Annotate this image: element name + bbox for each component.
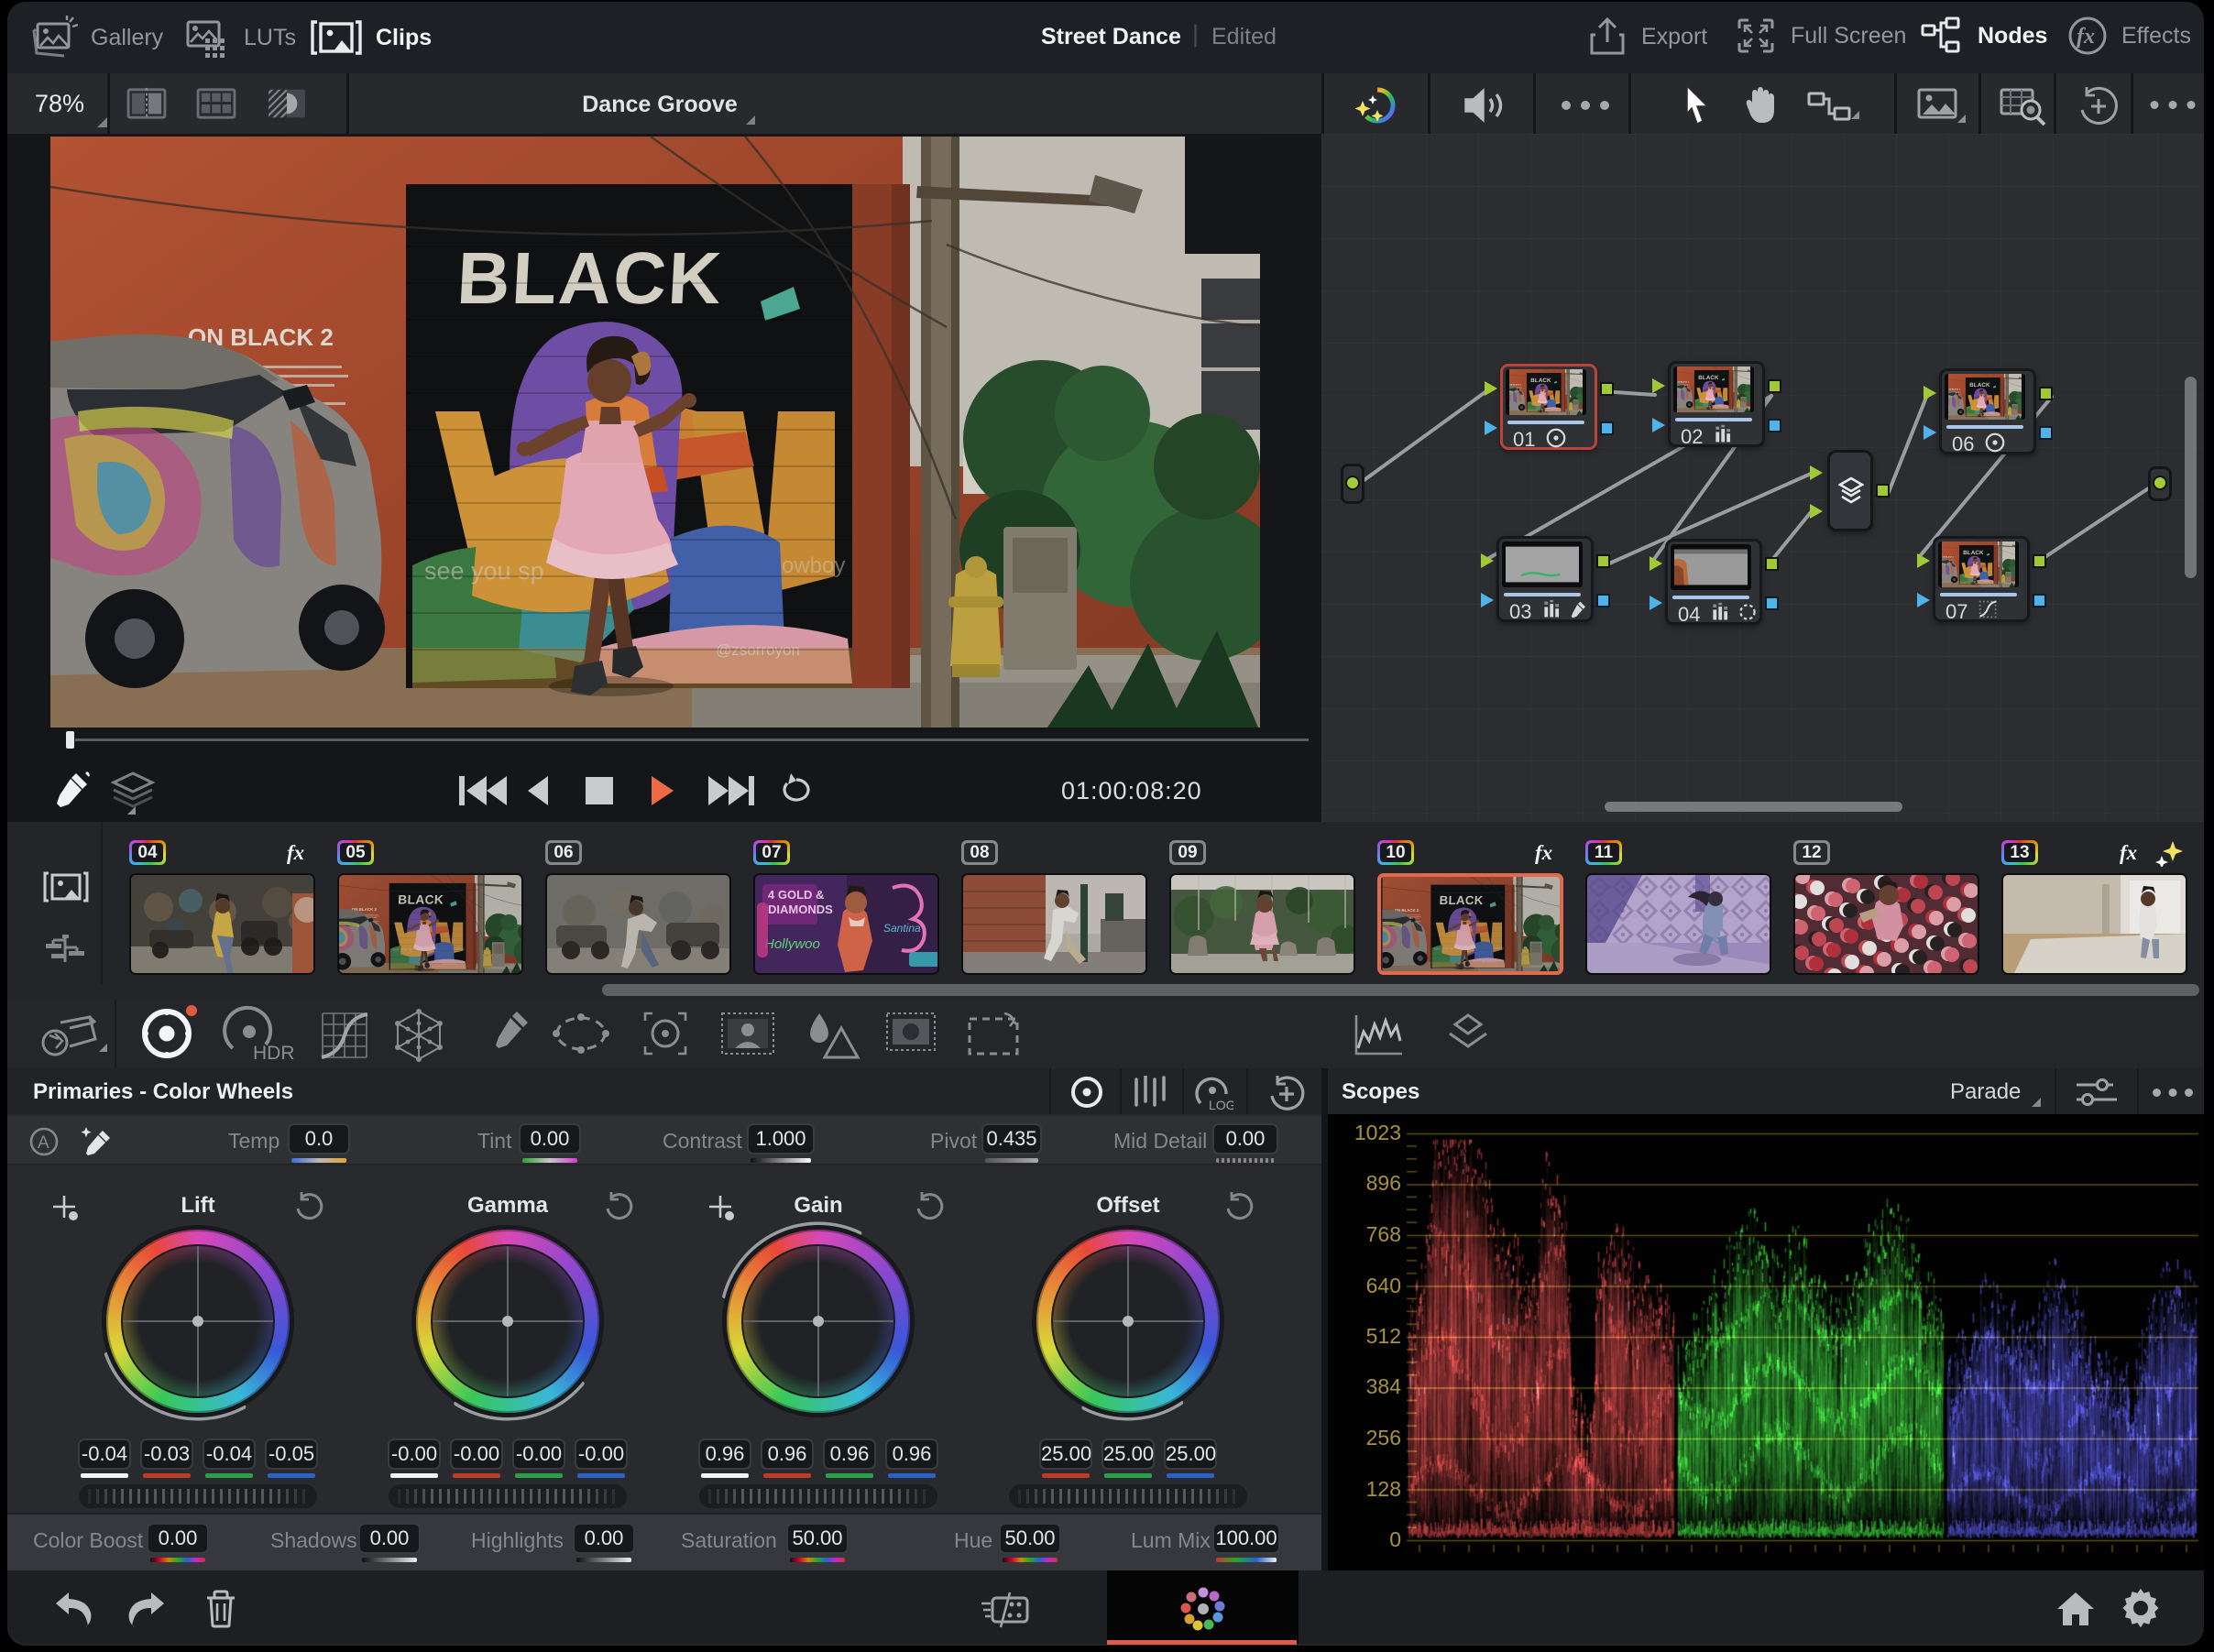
svg-text:4 GOLD &: 4 GOLD & [768, 888, 824, 902]
svg-text:A: A [38, 1133, 49, 1153]
svg-text:HDR: HDR [253, 1043, 295, 1064]
svg-text:LOG: LOG [1209, 1098, 1233, 1112]
svg-text:fx: fx [2077, 25, 2095, 49]
svg-text:Hollywoo: Hollywoo [764, 936, 820, 952]
svg-text:DIAMONDS: DIAMONDS [768, 903, 833, 916]
svg-text:Santina: Santina [883, 922, 921, 935]
